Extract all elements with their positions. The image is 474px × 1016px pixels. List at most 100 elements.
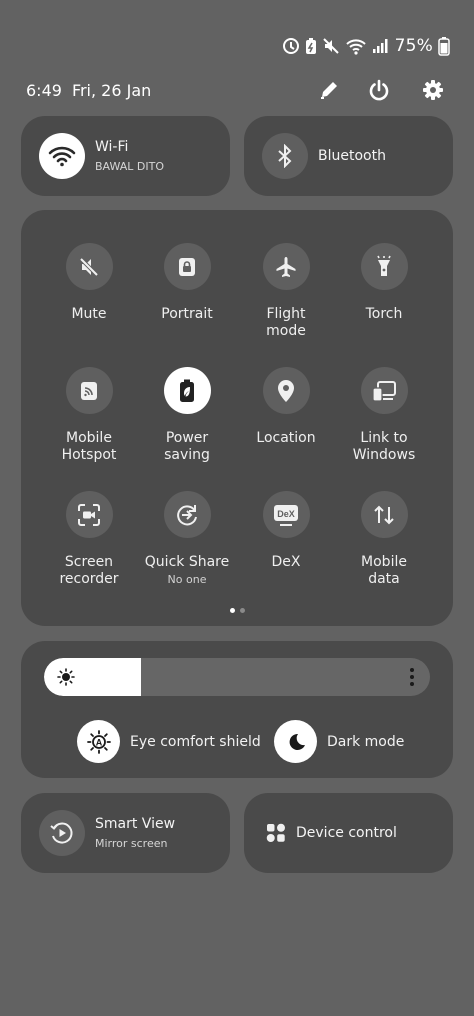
quick-settings-grid: Mute Portrait Flight mode Torch Mobile H… bbox=[21, 210, 453, 626]
location-toggle[interactable] bbox=[262, 367, 310, 414]
signal-icon bbox=[372, 39, 388, 53]
tile-label: Power saving bbox=[164, 430, 210, 463]
dark-mode-tile[interactable]: Dark mode bbox=[274, 720, 404, 763]
link-to-windows-icon bbox=[372, 380, 396, 402]
tile-label: DeX bbox=[271, 554, 301, 570]
tile-label: Location bbox=[256, 430, 316, 446]
screen-recorder-icon bbox=[78, 503, 100, 526]
dark-mode-toggle[interactable] bbox=[274, 720, 317, 763]
edit-button[interactable] bbox=[314, 75, 344, 105]
portrait-toggle[interactable] bbox=[163, 243, 211, 290]
svg-text:DeX: DeX bbox=[277, 509, 295, 519]
torch-icon bbox=[377, 255, 391, 276]
link-to-windows-toggle[interactable] bbox=[360, 367, 408, 414]
tile-portrait[interactable]: Portrait bbox=[138, 243, 236, 323]
power-saving-icon bbox=[180, 379, 194, 402]
moon-icon bbox=[289, 733, 305, 750]
mobile-data-icon bbox=[374, 505, 394, 524]
eye-comfort-label: Eye comfort shield bbox=[130, 733, 261, 750]
settings-button[interactable] bbox=[418, 75, 448, 105]
tile-label: Mobile data bbox=[361, 554, 407, 587]
wifi-icon bbox=[48, 146, 76, 167]
smart-view-tile[interactable]: Smart View Mirror screen bbox=[21, 793, 230, 873]
mobile-data-toggle[interactable] bbox=[360, 491, 408, 538]
data-saver-icon bbox=[282, 38, 299, 54]
location-pin-icon bbox=[278, 379, 294, 402]
tile-label: Mobile Hotspot bbox=[61, 430, 117, 463]
gear-icon bbox=[423, 80, 443, 100]
power-saving-toggle[interactable] bbox=[163, 367, 211, 414]
wifi-tile[interactable]: Wi-Fi BAWAL DITO bbox=[21, 116, 230, 196]
tile-flight-mode[interactable]: Flight mode bbox=[237, 243, 335, 340]
device-control-icon bbox=[266, 823, 285, 842]
tile-screen-recorder[interactable]: Screen recorder bbox=[40, 491, 138, 588]
bluetooth-tile[interactable]: Bluetooth bbox=[244, 116, 453, 196]
tile-label: Screen recorder bbox=[59, 554, 119, 587]
eye-comfort-toggle[interactable]: A bbox=[77, 720, 120, 763]
wifi-network-name: BAWAL DITO bbox=[95, 160, 164, 173]
battery-saver-icon bbox=[305, 38, 316, 54]
tile-label: Flight mode bbox=[266, 306, 306, 339]
tile-label: Quick Share bbox=[144, 554, 230, 570]
tile-label: Mute bbox=[71, 306, 107, 322]
wifi-title: Wi-Fi bbox=[95, 139, 129, 155]
torch-toggle[interactable] bbox=[360, 243, 408, 290]
power-icon bbox=[369, 79, 389, 101]
smart-view-icon bbox=[50, 822, 73, 844]
flight-mode-toggle[interactable] bbox=[262, 243, 310, 290]
smart-view-subtitle: Mirror screen bbox=[95, 837, 168, 850]
dark-mode-label: Dark mode bbox=[327, 733, 405, 750]
quick-panel-header: 6:49 Fri, 26 Jan bbox=[26, 78, 448, 102]
status-bar: 75% bbox=[282, 34, 450, 58]
eye-comfort-icon: A bbox=[86, 729, 111, 754]
mute-icon bbox=[322, 38, 339, 54]
tile-link-to-windows[interactable]: Link to Windows bbox=[335, 367, 433, 464]
tile-mobile-hotspot[interactable]: Mobile Hotspot bbox=[40, 367, 138, 464]
eye-comfort-shield-tile[interactable]: A Eye comfort shield bbox=[77, 720, 261, 763]
hotspot-icon bbox=[81, 381, 97, 400]
dex-icon: DeX bbox=[274, 504, 298, 526]
airplane-icon bbox=[276, 256, 296, 277]
quick-share-toggle[interactable] bbox=[163, 491, 211, 538]
tile-label: Portrait bbox=[161, 306, 213, 322]
wifi-calling-icon bbox=[345, 39, 366, 55]
tile-power-saving[interactable]: Power saving bbox=[138, 367, 236, 464]
pencil-icon bbox=[321, 82, 337, 99]
tile-dex[interactable]: DeX DeX bbox=[237, 491, 335, 571]
tile-label: Link to Windows bbox=[352, 430, 416, 463]
portrait-lock-icon bbox=[179, 257, 195, 276]
mute-toggle[interactable] bbox=[65, 243, 113, 290]
battery-icon bbox=[438, 37, 450, 56]
tile-quick-share[interactable]: Quick Share No one bbox=[138, 491, 236, 586]
date: Fri, 26 Jan bbox=[71, 80, 152, 100]
svg-text:A: A bbox=[95, 737, 102, 747]
page-dot[interactable] bbox=[239, 608, 245, 613]
brightness-more-button[interactable] bbox=[410, 668, 414, 686]
brightness-panel: A Eye comfort shield Dark mode bbox=[21, 641, 453, 778]
page-dot-active[interactable] bbox=[229, 608, 235, 613]
clock: 6:49 bbox=[26, 80, 62, 100]
screen-recorder-toggle[interactable] bbox=[65, 491, 113, 538]
tile-label: Torch bbox=[365, 306, 403, 322]
tile-torch[interactable]: Torch bbox=[335, 243, 433, 323]
tile-location[interactable]: Location bbox=[237, 367, 335, 447]
tile-mute[interactable]: Mute bbox=[40, 243, 138, 323]
device-control-title: Device control bbox=[296, 825, 397, 841]
battery-percent: 75% bbox=[394, 36, 433, 56]
power-button[interactable] bbox=[364, 75, 394, 105]
bluetooth-toggle[interactable] bbox=[262, 133, 308, 179]
tile-sublabel: No one bbox=[167, 573, 207, 586]
wifi-toggle[interactable] bbox=[39, 133, 85, 179]
mute-icon bbox=[79, 257, 99, 276]
device-control-tile[interactable]: Device control bbox=[244, 793, 453, 873]
tile-mobile-data[interactable]: Mobile data bbox=[335, 491, 433, 588]
sun-icon bbox=[57, 668, 75, 686]
smart-view-button[interactable] bbox=[39, 810, 85, 856]
bluetooth-icon bbox=[278, 144, 292, 168]
mobile-hotspot-toggle[interactable] bbox=[65, 367, 113, 414]
page-indicator bbox=[21, 608, 453, 613]
dex-toggle[interactable]: DeX bbox=[262, 491, 310, 538]
brightness-slider[interactable] bbox=[44, 658, 430, 696]
bluetooth-title: Bluetooth bbox=[318, 148, 386, 164]
smart-view-title: Smart View bbox=[95, 816, 176, 832]
